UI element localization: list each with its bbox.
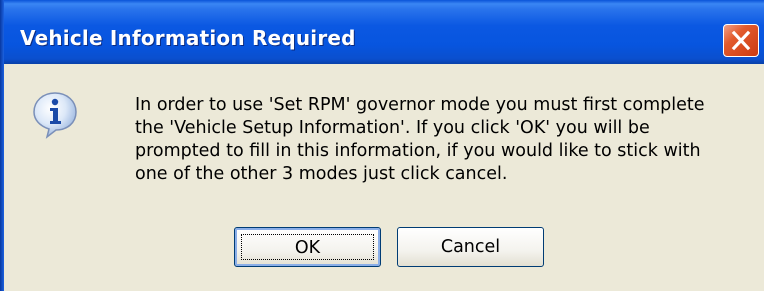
title-bar[interactable]: Vehicle Information Required (0, 0, 764, 64)
dialog-window: Vehicle Information Required In order to… (0, 0, 764, 291)
close-button[interactable] (723, 24, 759, 57)
message-line: prompted to fill in this information, if… (135, 141, 701, 161)
dialog-title: Vehicle Information Required (20, 26, 356, 50)
message-line: one of the other 3 modes just click canc… (135, 164, 508, 184)
information-icon (33, 92, 77, 139)
message-line: In order to use 'Set RPM' governor mode … (135, 95, 705, 115)
cancel-button[interactable]: Cancel (397, 227, 544, 267)
close-icon (731, 30, 751, 51)
dialog-message: In order to use 'Set RPM' governor mode … (135, 94, 755, 186)
message-line: the 'Vehicle Setup Information'. If you … (135, 118, 650, 138)
ok-button[interactable]: OK (234, 227, 381, 267)
ok-button-label: OK (241, 234, 374, 260)
